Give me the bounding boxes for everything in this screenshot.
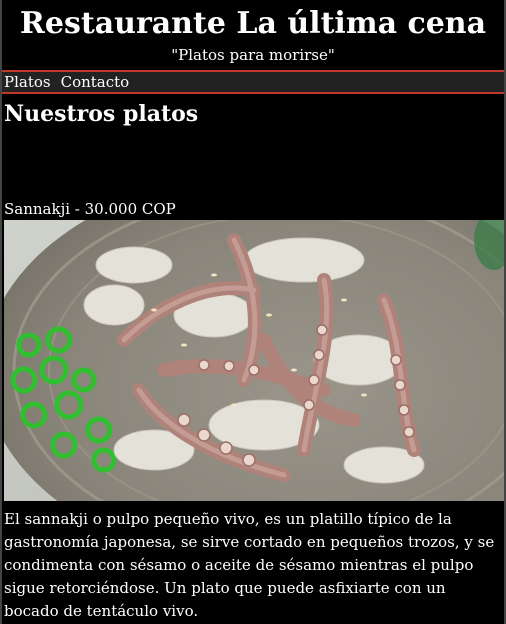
site-header: Restaurante La última cena "Platos para …	[2, 0, 504, 64]
main-nav: Platos Contacto	[2, 70, 504, 94]
dish-description: El sannakji o pulpo pequeño vivo, es un …	[4, 510, 495, 620]
site-tagline: "Platos para morirse"	[171, 46, 335, 64]
dish-caption: Sannakji - 30.000 COP	[4, 200, 176, 218]
section-title: Nuestros platos	[4, 101, 199, 127]
page: Restaurante La última cena "Platos para …	[0, 0, 506, 624]
dish-photo	[4, 220, 504, 501]
nav-link-platos[interactable]: Platos	[4, 72, 51, 92]
site-title: Restaurante La última cena	[19, 6, 487, 41]
nav-link-contacto[interactable]: Contacto	[61, 72, 130, 92]
